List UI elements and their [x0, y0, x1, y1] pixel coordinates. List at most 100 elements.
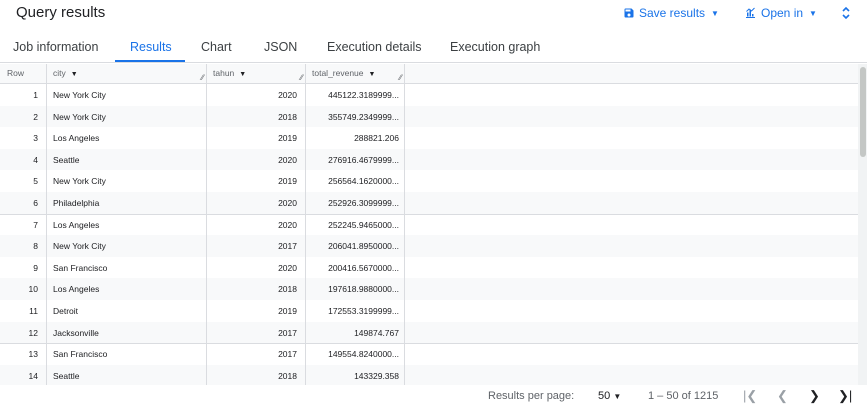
tahun-cell: 2017 — [278, 241, 297, 252]
expand-icon[interactable] — [841, 6, 851, 23]
results-per-page-select[interactable]: 50 ▼ — [598, 390, 621, 402]
column-header-label: city — [53, 68, 66, 78]
chart-icon — [746, 7, 755, 18]
table-row[interactable]: 10 Los Angeles 2018 197618.9880000... — [0, 278, 858, 300]
table-row[interactable]: 12 Jacksonville 2017 149874.767 — [0, 321, 858, 344]
tahun-cell: 2020 — [278, 219, 297, 230]
column-header-label: Row — [7, 68, 25, 78]
resize-handle-icon[interactable]: ∕∕ — [300, 73, 303, 82]
total-revenue-cell: 200416.5670000... — [328, 262, 399, 273]
tahun-cell: 2018 — [278, 111, 297, 122]
column-header-city[interactable]: city ▼ ∕∕ — [46, 64, 206, 84]
row-number-cell: 13 — [28, 349, 38, 360]
city-cell: New York City — [53, 176, 106, 187]
pagination-bar: Results per page: 50 ▼ 1 – 50 of 1215 |❮… — [0, 385, 867, 406]
tahun-cell: 2019 — [278, 176, 297, 187]
tab-execution-details[interactable]: Execution details — [327, 40, 422, 54]
tahun-cell: 2019 — [278, 133, 297, 144]
prev-page-icon[interactable]: ❮ — [777, 388, 788, 404]
city-cell: San Francisco — [53, 349, 108, 360]
sort-icon[interactable]: ▼ — [369, 71, 376, 78]
pagination-range: 1 – 50 of 1215 — [648, 390, 719, 402]
row-number-cell: 11 — [29, 306, 38, 316]
scrollbar-thumb[interactable] — [860, 67, 866, 157]
active-tab-indicator — [115, 60, 185, 62]
city-cell: New York City — [53, 111, 106, 122]
total-revenue-cell: 288821.206 — [354, 133, 399, 144]
table-row[interactable]: 9 San Francisco 2020 200416.5670000... — [0, 257, 858, 279]
row-number-cell: 5 — [33, 176, 38, 187]
save-results-label: Save results — [639, 6, 706, 20]
tahun-cell: 2017 — [278, 327, 297, 338]
column-divider — [46, 64, 47, 385]
chevron-down-icon: ▼ — [809, 8, 817, 18]
row-number-cell: 2 — [33, 111, 38, 122]
tab-results[interactable]: Results — [130, 40, 172, 54]
city-cell: Seattle — [53, 154, 80, 165]
column-divider — [305, 64, 306, 385]
row-number-cell: 3 — [33, 133, 38, 144]
tahun-cell: 2017 — [278, 349, 297, 360]
page-title: Query results — [16, 4, 106, 21]
chevron-down-icon: ▼ — [711, 8, 719, 18]
resize-handle-icon[interactable]: ∕∕ — [399, 73, 402, 82]
sort-icon[interactable]: ▼ — [71, 71, 78, 78]
table-row[interactable]: 8 New York City 2017 206041.8950000... — [0, 235, 858, 257]
tab-json[interactable]: JSON — [264, 40, 297, 54]
results-per-page-value: 50 — [598, 390, 611, 402]
save-results-button[interactable]: Save results ▼ — [623, 6, 719, 20]
table-row[interactable]: 6 Philadelphia 2020 252926.3099999... — [0, 192, 858, 214]
last-page-icon[interactable]: ❯| — [838, 388, 852, 404]
city-cell: New York City — [53, 241, 106, 252]
first-page-icon[interactable]: |❮ — [743, 388, 757, 404]
save-icon — [624, 8, 634, 18]
tahun-cell: 2020 — [278, 154, 297, 165]
row-number-cell: 10 — [28, 284, 38, 295]
city-cell: Los Angeles — [53, 219, 100, 230]
next-page-icon[interactable]: ❯ — [809, 388, 820, 404]
table-row[interactable]: 7 Los Angeles 2020 252245.9465000... — [0, 214, 858, 236]
total-revenue-cell: 149874.767 — [354, 327, 399, 338]
total-revenue-cell: 256564.1620000... — [328, 176, 399, 187]
total-revenue-cell: 252245.9465000... — [328, 219, 399, 230]
table-row[interactable]: 3 Los Angeles 2019 288821.206 — [0, 127, 858, 149]
column-header-tahun[interactable]: tahun ▼ ∕∕ — [206, 64, 305, 84]
city-cell: Seattle — [53, 370, 80, 381]
row-number-cell: 6 — [33, 198, 38, 208]
tab-job-information[interactable]: Job information — [13, 40, 98, 54]
tab-execution-graph[interactable]: Execution graph — [450, 40, 540, 54]
chevron-down-icon: ▼ — [613, 392, 622, 401]
column-divider — [404, 64, 405, 385]
column-header-label: tahun — [213, 68, 235, 78]
table-row[interactable]: 5 New York City 2019 256564.1620000... — [0, 170, 858, 192]
column-header-total-revenue[interactable]: total_revenue ▼ ∕∕ — [305, 64, 404, 84]
sort-icon[interactable]: ▼ — [239, 71, 246, 78]
row-number-cell: 1 — [33, 90, 38, 100]
table-row[interactable]: 14 Seattle 2018 143329.358 — [0, 364, 858, 385]
city-cell: Detroit — [53, 306, 79, 316]
tahun-cell: 2019 — [278, 306, 297, 316]
open-in-button[interactable]: Open in ▼ — [744, 6, 817, 20]
table-row[interactable]: 1 New York City 2020 445122.3189999... — [0, 84, 858, 106]
column-header-filler — [404, 64, 858, 84]
city-cell: New York City — [53, 90, 106, 100]
total-revenue-cell: 149554.8240000... — [328, 349, 399, 360]
column-divider — [206, 64, 207, 385]
tahun-cell: 2020 — [278, 90, 297, 100]
open-in-label: Open in — [761, 6, 804, 20]
table-row[interactable]: 4 Seattle 2020 276916.4679999... — [0, 148, 858, 171]
total-revenue-cell: 172553.3199999... — [328, 306, 399, 316]
row-number-cell: 12 — [28, 327, 38, 338]
table-row[interactable]: 13 San Francisco 2017 149554.8240000... — [0, 343, 858, 365]
resize-handle-icon[interactable]: ∕∕ — [201, 73, 204, 82]
tab-chart[interactable]: Chart — [201, 40, 232, 54]
column-header-label: total_revenue — [312, 68, 364, 78]
column-header-row[interactable]: Row — [0, 64, 46, 84]
table-row[interactable]: 2 New York City 2018 355749.2349999... — [0, 105, 858, 128]
total-revenue-cell: 197618.9880000... — [328, 284, 399, 295]
table-row[interactable]: 11 Detroit 2019 172553.3199999... — [0, 300, 858, 322]
city-cell: Jacksonville — [53, 327, 99, 338]
city-cell: San Francisco — [53, 262, 108, 273]
vertical-scrollbar[interactable] — [858, 64, 867, 385]
row-number-cell: 14 — [28, 370, 38, 381]
